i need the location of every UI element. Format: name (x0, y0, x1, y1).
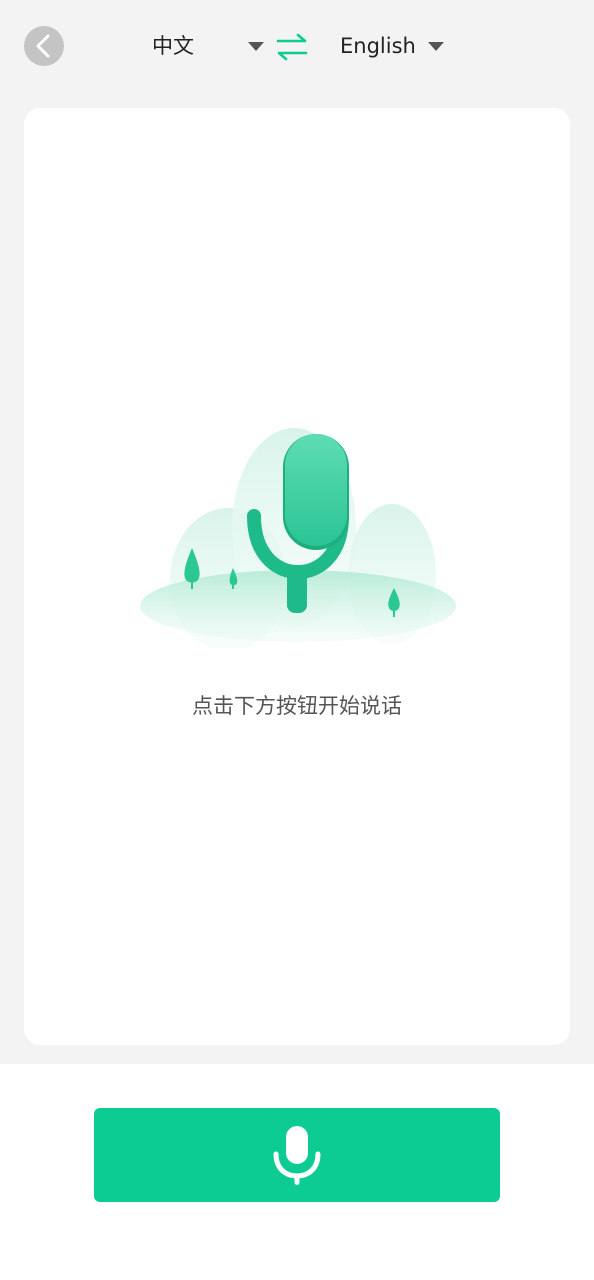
source-language-selector[interactable]: 中文 (152, 30, 264, 62)
hint-text: 点击下方按钮开始说话 (192, 694, 402, 718)
swap-languages-button[interactable] (275, 30, 309, 64)
bottom-panel (0, 1064, 594, 1280)
target-language-selector[interactable]: English (340, 30, 444, 62)
transcript-card: 点击下方按钮开始说话 (24, 108, 570, 1045)
caret-down-icon (427, 41, 444, 51)
source-language-label: 中文 (152, 34, 194, 58)
swap-arrows-icon (276, 33, 308, 61)
microphone-landscape-illustration (140, 428, 456, 648)
top-bar: 中文 English (0, 0, 594, 92)
target-language-label: English (340, 34, 416, 58)
record-button[interactable] (94, 1108, 500, 1202)
microphone-icon (273, 1126, 321, 1185)
back-button[interactable] (24, 26, 64, 66)
caret-down-icon (248, 41, 264, 51)
chevron-left-icon (36, 34, 50, 58)
